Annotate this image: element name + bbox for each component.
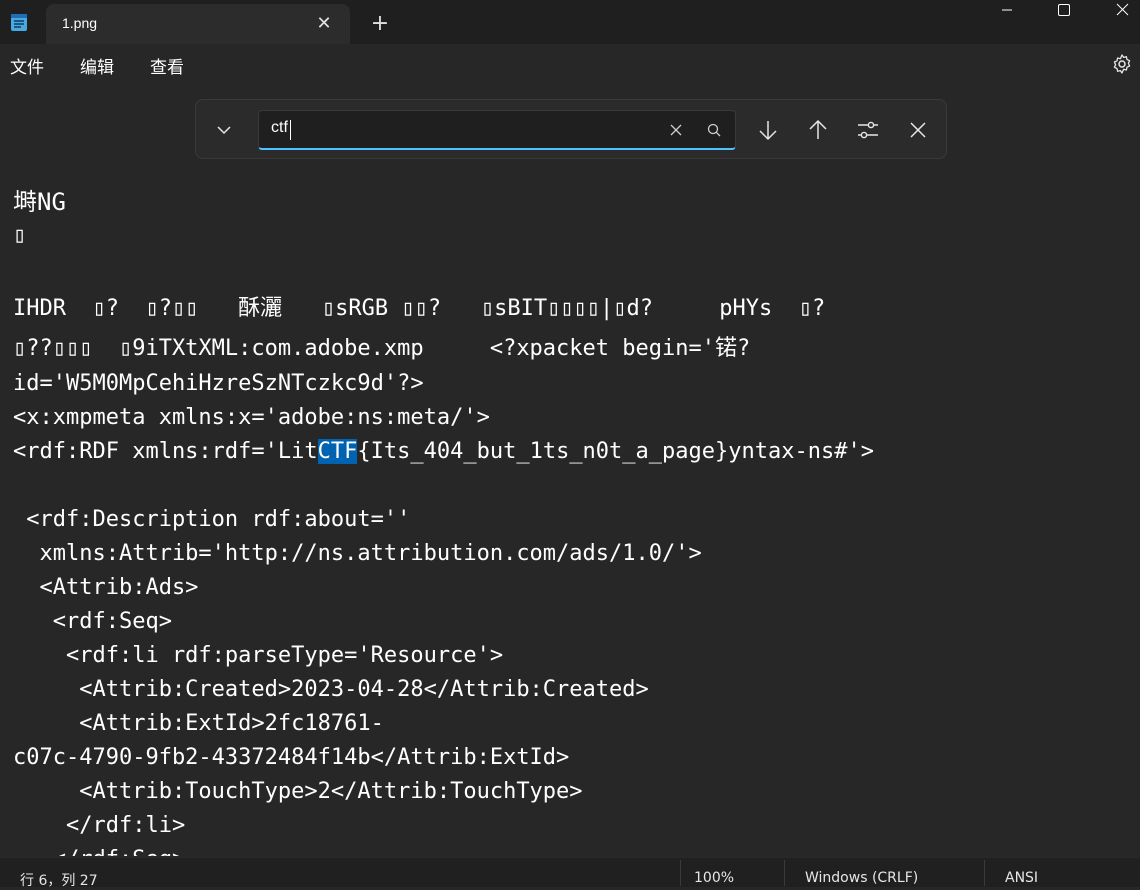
editor-line: xmlns:Attrib='http://ns.attribution.com/… bbox=[13, 541, 702, 566]
line-ending[interactable]: Windows (CRLF) bbox=[805, 870, 918, 886]
menu-edit[interactable]: 编辑 bbox=[80, 53, 114, 78]
clear-icon[interactable] bbox=[667, 121, 685, 139]
encoding[interactable]: ANSI bbox=[1005, 870, 1038, 886]
text-editor[interactable]: 塒NG ▯ IHDR ▯? ▯?▯▯ 酥灑 ▯sRGB ▯▯? ▯sBIT▯▯▯… bbox=[0, 184, 1140, 856]
editor-line: <Attrib:ExtId>2fc18761- bbox=[13, 711, 384, 736]
notepad-icon bbox=[11, 14, 27, 31]
close-icon[interactable] bbox=[1094, 0, 1140, 24]
maximize-icon[interactable] bbox=[1036, 0, 1094, 24]
editor-line: id='W5M0MpCehiHzreSzNTczkc9d'?> bbox=[13, 371, 424, 396]
tab-title: 1.png bbox=[62, 15, 98, 31]
editor-line: ▯??▯▯▯ ▯9iTXtXML:com.adobe.xmp <?xpacket… bbox=[13, 336, 751, 361]
editor-line: <x:xmpmeta xmlns:x='adobe:ns:meta/'> bbox=[13, 405, 490, 430]
status-divider bbox=[680, 860, 681, 886]
editor-line: IHDR ▯? ▯?▯▯ 酥灑 ▯sRGB ▯▯? ▯sBIT▯▯▯▯|▯d? … bbox=[13, 296, 826, 321]
title-bar: 1.png ✕ + bbox=[0, 0, 1140, 44]
zoom-level[interactable]: 100% bbox=[694, 870, 734, 886]
editor-line: c07c-4790-9fb2-43372484f14b</Attrib:ExtI… bbox=[13, 745, 570, 770]
menu-file[interactable]: 文件 bbox=[10, 53, 44, 78]
editor-line: <Attrib:Ads> bbox=[13, 575, 199, 600]
find-bar: ctf bbox=[195, 99, 947, 159]
editor-line: <rdf:Description rdf:about='' bbox=[13, 507, 411, 532]
status-divider bbox=[784, 860, 785, 886]
text-segment: {Its_404_but_1ts_n0t_a_page}yntax-ns#'> bbox=[357, 439, 874, 464]
menu-view[interactable]: 查看 bbox=[150, 53, 184, 78]
tab-1png[interactable]: 1.png ✕ bbox=[46, 4, 350, 44]
editor-line: <rdf:Seq> bbox=[13, 609, 172, 634]
editor-line-match: <rdf:RDF xmlns:rdf='LitCTF{Its_404_but_1… bbox=[13, 437, 874, 467]
cursor-position: 行 6，列 27 bbox=[20, 873, 98, 889]
editor-line: <rdf:li rdf:parseType='Resource'> bbox=[13, 643, 504, 668]
gear-icon[interactable] bbox=[1110, 52, 1134, 76]
text-segment: <rdf:RDF xmlns:rdf='Lit bbox=[13, 439, 318, 464]
editor-line: </rdf:Seq> bbox=[13, 845, 185, 856]
text-caret bbox=[290, 120, 291, 140]
editor-line: <Attrib:Created>2023-04-28</Attrib:Creat… bbox=[13, 677, 649, 702]
menu-bar: 文件 编辑 查看 bbox=[0, 44, 1140, 84]
editor-line: ▯ bbox=[13, 223, 27, 248]
arrow-down-icon[interactable] bbox=[754, 116, 782, 144]
find-input-value: ctf bbox=[271, 119, 288, 136]
editor-line: <Attrib:TouchType>2</Attrib:TouchType> bbox=[13, 779, 583, 804]
find-input[interactable]: ctf bbox=[258, 110, 736, 150]
plus-icon[interactable]: + bbox=[366, 10, 394, 38]
status-divider bbox=[984, 860, 985, 886]
close-icon[interactable] bbox=[904, 116, 932, 144]
search-icon[interactable] bbox=[705, 121, 723, 139]
editor-line: </rdf:li> bbox=[13, 813, 186, 838]
close-icon[interactable]: ✕ bbox=[312, 12, 336, 36]
editor-line: 塒NG bbox=[13, 188, 66, 216]
chevron-down-icon[interactable] bbox=[210, 116, 238, 144]
search-match-highlight: CTF bbox=[317, 439, 358, 464]
minimize-icon[interactable] bbox=[978, 0, 1036, 24]
options-icon[interactable] bbox=[854, 116, 882, 144]
arrow-up-icon[interactable] bbox=[804, 116, 832, 144]
status-bar: 行 6，列 27 100% Windows (CRLF) ANSI bbox=[0, 857, 1140, 889]
